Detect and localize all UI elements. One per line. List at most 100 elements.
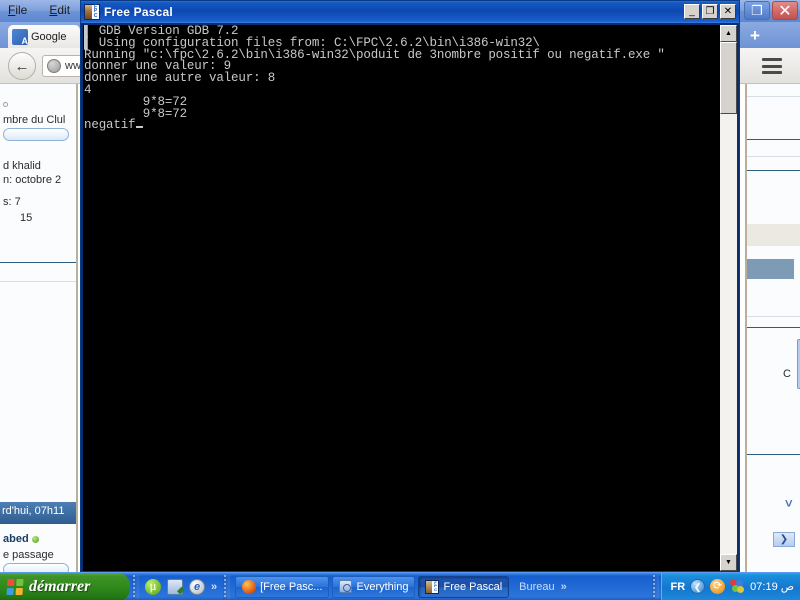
task-button-bureau[interactable]: Bureau » bbox=[512, 576, 574, 598]
user1-posts-label: s: bbox=[3, 196, 12, 208]
free-pascal-window-buttons: _ ❐ ✕ bbox=[684, 4, 736, 19]
browser-menubar: FFileile Edit bbox=[4, 2, 74, 18]
user1-extra-row: 15 bbox=[0, 210, 76, 226]
thumb-row-label: C bbox=[783, 368, 791, 380]
updater-icon[interactable] bbox=[710, 579, 726, 594]
forum-left-column: mbre du Clul d khalid n: octobre 2 s: 7 … bbox=[0, 84, 78, 572]
hamburger-menu-icon[interactable] bbox=[762, 58, 782, 74]
task-buttons: [Free Pasc... Everything FPC Free Pascal… bbox=[232, 575, 650, 598]
menu-item-edit[interactable]: Edit bbox=[45, 2, 74, 18]
user1-join-label: n: bbox=[3, 174, 13, 186]
clock-time: 07:19 bbox=[750, 580, 778, 593]
browser-tab-google[interactable]: Google bbox=[8, 25, 80, 48]
internet-explorer-icon[interactable] bbox=[189, 578, 205, 595]
online-status-icon bbox=[31, 535, 39, 543]
thumbs-up-icon[interactable] bbox=[757, 367, 775, 383]
browser-close-button[interactable]: ✕ bbox=[772, 1, 798, 20]
clock[interactable]: 07:19 ص bbox=[750, 580, 794, 594]
clock-suffix: ص bbox=[780, 581, 794, 593]
globe-icon bbox=[47, 59, 61, 73]
new-tab-button[interactable]: + bbox=[744, 27, 766, 46]
utorrent-icon[interactable] bbox=[145, 578, 161, 595]
task-overflow-button[interactable]: » bbox=[561, 581, 567, 593]
console-client-area[interactable]: ▌ GDB Version GDB 7.2 ▌ Using configurat… bbox=[83, 25, 737, 571]
quick-launch-overflow-button[interactable]: » bbox=[211, 581, 217, 593]
start-button[interactable]: démarrer bbox=[0, 572, 130, 600]
thumb-row: C bbox=[747, 224, 800, 380]
chevron-down-icon[interactable]: ˅ bbox=[785, 496, 793, 511]
address-bar-value: ww bbox=[65, 60, 81, 72]
user1-posts-value: 7 bbox=[14, 196, 21, 208]
browser-restore-button[interactable]: ❐ bbox=[744, 1, 770, 20]
everything-icon bbox=[339, 580, 353, 593]
user1-extra-value: 15 bbox=[20, 212, 33, 224]
divider bbox=[747, 316, 800, 317]
free-pascal-titlebar[interactable]: FPC Free Pascal _ ❐ ✕ bbox=[81, 1, 739, 23]
back-button[interactable]: ← bbox=[8, 52, 36, 80]
task-button-label: Everything bbox=[356, 580, 409, 593]
tray-app-icon[interactable] bbox=[730, 579, 745, 594]
console-cursor bbox=[136, 126, 144, 129]
user1-join-row: n: octobre 2 bbox=[0, 172, 76, 188]
scroll-up-button[interactable]: ▲ bbox=[720, 25, 737, 42]
task-button-free-pascal[interactable]: FPC Free Pascal bbox=[418, 575, 510, 598]
window-title: Free Pascal bbox=[104, 5, 173, 19]
task-button-label: Free Pascal bbox=[443, 580, 503, 593]
console-output[interactable]: ▌ GDB Version GDB 7.2 ▌ Using configurat… bbox=[83, 25, 717, 571]
divider bbox=[747, 156, 800, 157]
browser-window-buttons: ❐ ✕ bbox=[744, 1, 798, 20]
membership-label-row: mbre du Clul bbox=[0, 112, 76, 143]
rank-bar bbox=[3, 128, 69, 141]
taskbar-grip[interactable] bbox=[132, 574, 139, 599]
next-page-button[interactable]: ❯ bbox=[773, 532, 795, 547]
notepad-icon[interactable] bbox=[167, 578, 183, 595]
task-button-label: [Free Pasc... bbox=[260, 580, 323, 593]
bullet-icon bbox=[3, 102, 8, 107]
windows-logo-icon bbox=[6, 578, 24, 595]
desktop: FFileile Edit ❐ ✕ Google + ← ww bbox=[0, 0, 800, 600]
console-scrollbar[interactable]: ▲ ▼ bbox=[720, 25, 737, 571]
divider bbox=[747, 454, 800, 455]
fpc-icon: FPC bbox=[425, 579, 440, 594]
rank-bar bbox=[3, 563, 69, 572]
minimize-button[interactable]: _ bbox=[684, 4, 700, 19]
task-button-label: Bureau bbox=[519, 580, 555, 593]
membership-label: mbre du Clul bbox=[3, 114, 66, 126]
task-button-everything[interactable]: Everything bbox=[332, 575, 416, 598]
post-date-text: rd'hui, 07h11 bbox=[2, 505, 65, 517]
fpc-icon: FPC bbox=[84, 4, 100, 20]
free-pascal-window[interactable]: FPC Free Pascal _ ❐ ✕ ▌ GDB Version GDB … bbox=[80, 0, 740, 572]
user2-subtitle: e passage bbox=[3, 549, 54, 561]
divider bbox=[0, 281, 76, 282]
google-favicon-icon bbox=[12, 28, 28, 46]
firefox-icon bbox=[242, 579, 257, 594]
user1-name: d khalid bbox=[3, 160, 41, 172]
user1-join-value: octobre 2 bbox=[15, 174, 62, 186]
scroll-down-button[interactable]: ▼ bbox=[720, 554, 737, 571]
taskbar-grip[interactable] bbox=[652, 574, 660, 599]
divider bbox=[747, 170, 800, 171]
divider bbox=[747, 327, 800, 328]
post-date-bar: rd'hui, 07h11 bbox=[0, 502, 76, 524]
tray-expand-chevron-icon[interactable]: ❮ bbox=[690, 579, 706, 594]
system-tray: FR ❮ 07:19 ص bbox=[661, 572, 800, 600]
user2-subtitle-row: e passage bbox=[0, 547, 76, 572]
taskbar: démarrer » [Free Pasc... Everything FPC bbox=[0, 572, 800, 600]
selected-row[interactable] bbox=[747, 259, 794, 279]
menu-item-file[interactable]: FFileile bbox=[4, 2, 31, 18]
taskbar-grip[interactable] bbox=[223, 574, 231, 599]
close-button[interactable]: ✕ bbox=[720, 4, 736, 19]
language-indicator[interactable]: FR bbox=[670, 581, 685, 593]
task-button-firefox[interactable]: [Free Pasc... bbox=[235, 575, 330, 598]
forum-right-column: C ˅ ❯ bbox=[745, 84, 800, 572]
quick-launch-bar: » bbox=[141, 578, 221, 595]
scrollbar-thumb[interactable] bbox=[720, 42, 737, 114]
user1-posts-row: s: 7 bbox=[0, 194, 76, 210]
restore-button[interactable]: ❐ bbox=[702, 4, 718, 19]
browser-tab-label: Google bbox=[31, 30, 67, 43]
start-button-label: démarrer bbox=[29, 577, 91, 595]
divider bbox=[747, 139, 800, 140]
user2-name-row: abed bbox=[0, 531, 76, 547]
divider bbox=[0, 262, 76, 263]
user2-name[interactable]: abed bbox=[3, 533, 29, 545]
